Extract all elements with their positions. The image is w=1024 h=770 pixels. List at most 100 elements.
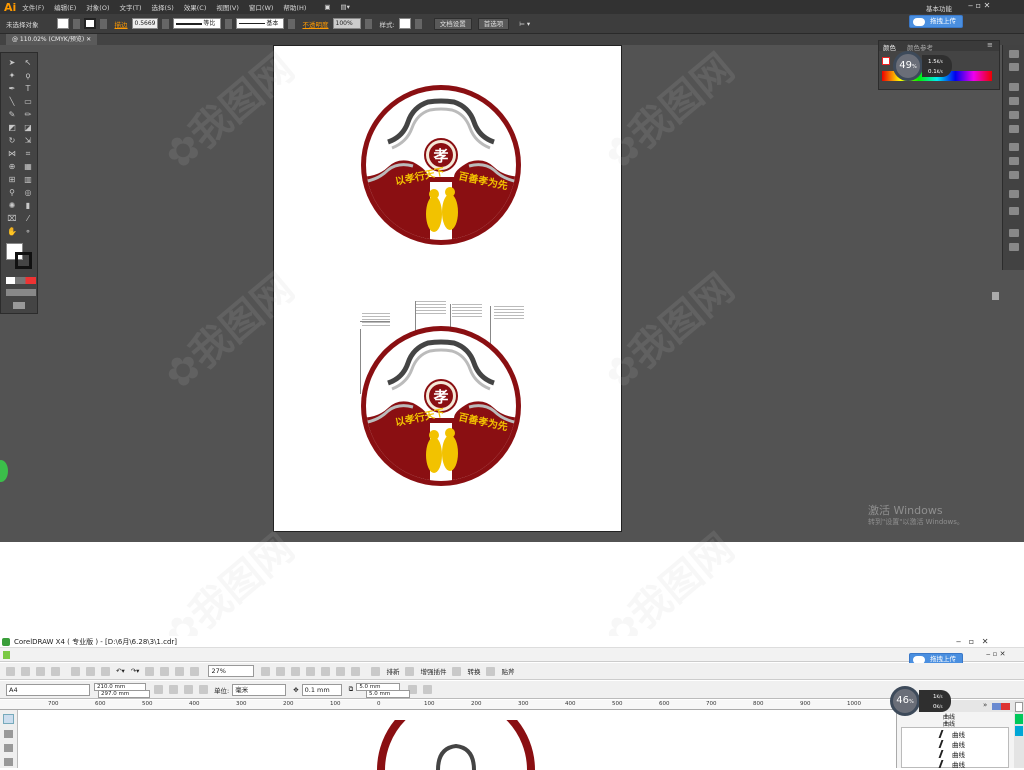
hand-tool-icon[interactable]: ✋ [7,227,17,236]
panel-icon-4[interactable] [1009,97,1019,105]
cd-window-controls[interactable]: ‒ ▫ ✕ [956,637,988,646]
export-icon[interactable] [160,666,170,676]
style-swatch[interactable] [398,18,411,29]
vertical-scrollbar-thumb[interactable] [992,292,999,300]
save-icon[interactable] [36,666,45,676]
upload-button-ai[interactable]: 拖拽上传 [909,15,963,28]
zoom-page-icon[interactable] [291,666,301,676]
brush-definition[interactable]: 基本 [235,18,284,29]
draw-mode-buttons[interactable] [6,289,36,296]
stroke-weight-dropdown[interactable] [161,18,169,29]
blob-brush-tool-icon[interactable]: ◩ [7,123,17,132]
plugin-button-3[interactable]: 转换 [467,666,480,676]
opacity-dropdown[interactable] [364,18,372,29]
zoom-all-icon[interactable] [321,666,331,676]
stroke-dropdown[interactable] [99,18,107,29]
direct-selection-tool-icon[interactable]: ↖ [23,58,33,67]
nudge-distance-input[interactable]: 0.1 mm [301,683,342,696]
rotate-tool-icon[interactable]: ↻ [7,136,17,145]
panel-menu-icon[interactable]: ≡ [987,41,993,49]
type-tool-icon[interactable]: T [23,84,33,93]
menu-view[interactable]: 视图(V) [216,2,239,12]
menu-select[interactable]: 选择(S) [152,2,174,12]
panel-icon-8[interactable] [1009,157,1019,165]
variable-width-profile[interactable]: 等比 [172,18,221,29]
zoom-tool-icon[interactable]: ⚬ [23,227,33,236]
opacity-label[interactable]: 不透明度 [303,19,329,29]
palette-swatch[interactable] [1015,726,1023,736]
stroke-weight-input[interactable]: 0.5669 [131,18,158,29]
menu-type[interactable]: 文字(T) [120,2,142,12]
cd-mdi-controls[interactable]: ‒ ▫ ✕ [986,650,1006,658]
app-launcher-icon[interactable] [175,666,185,676]
fill-dropdown[interactable] [72,18,80,29]
panel-icon-6[interactable] [1009,125,1019,133]
docker-buttons[interactable] [992,703,1010,710]
duplicate-y-input[interactable]: 5.0 mm [366,690,410,698]
eyedropper-tool-icon[interactable]: ⚲ [7,188,17,197]
slice-tool-icon[interactable]: ⁄ [23,214,33,223]
free-transform-tool-icon[interactable]: ⌗ [23,149,33,158]
magic-wand-tool-icon[interactable]: ✦ [7,71,17,80]
document-setup-button[interactable]: 文档设置 [433,17,472,30]
palette-swatch[interactable] [1015,702,1023,712]
panel-icon-2[interactable] [1009,63,1019,71]
menu-object[interactable]: 对象(O) [86,2,109,12]
selection-tool-icon[interactable]: ➤ [7,58,17,67]
width-tool-icon[interactable]: ⋈ [7,149,17,158]
pencil-tool-icon[interactable]: ✏ [23,110,33,119]
cut-icon[interactable] [71,666,80,676]
zoom-level-select[interactable]: 27% [208,665,255,677]
import-icon[interactable] [145,666,155,676]
unit-select[interactable]: 毫米 [232,683,287,696]
fill-swatch[interactable] [56,18,69,29]
panel-icon-11[interactable] [1009,207,1019,215]
symbol-sprayer-tool-icon[interactable]: ✺ [7,201,17,210]
undo-icon[interactable]: ↶▾ [116,667,125,675]
gradient-tool-icon[interactable]: ▥ [23,175,33,184]
shape-tool-icon[interactable] [4,730,13,738]
plugin-button-2[interactable]: 增强插件 [420,666,446,676]
perspective-grid-tool-icon[interactable]: ▦ [23,162,33,171]
zoom-width-icon[interactable] [336,666,346,676]
line-tool-icon[interactable]: ╲ [7,97,17,106]
panel-icon-3[interactable] [1009,83,1019,91]
page-size-select[interactable]: A4 [6,683,90,696]
preferences-button[interactable]: 首选项 [477,17,510,30]
page-height-input[interactable]: 297.0 mm [98,690,150,698]
screen-mode-button[interactable] [13,302,25,309]
profile-dropdown[interactable] [224,18,232,29]
portrait-icon[interactable] [154,685,163,694]
stroke-color-swatch[interactable] [15,252,32,269]
align-icon[interactable]: ⊨ ▾ [519,20,530,28]
panel-icon-7[interactable] [1009,143,1019,151]
redo-icon[interactable]: ↷▾ [131,667,140,675]
panel-icon-10[interactable] [1009,190,1019,198]
treat-as-filled-icon[interactable] [423,685,433,694]
panel-icon-12[interactable] [1009,229,1019,237]
mesh-tool-icon[interactable]: ⊞ [7,175,17,184]
current-page-icon[interactable] [199,685,208,694]
object-item-2[interactable]: 曲线 [952,739,965,749]
welcome-icon[interactable] [190,666,200,676]
menu-file[interactable]: 文件(F) [22,2,44,12]
print-icon[interactable] [51,666,60,676]
eraser-tool-icon[interactable]: ◪ [23,123,33,132]
menu-window[interactable]: 窗口(W) [249,2,274,12]
rectangle-tool-icon[interactable]: ▭ [23,97,33,106]
stroke-label[interactable]: 描边 [115,19,128,29]
brush-dropdown[interactable] [287,18,295,29]
paintbrush-tool-icon[interactable]: ✎ [7,110,17,119]
panel-icon-9[interactable] [1009,171,1019,179]
zoom-out-icon[interactable] [276,666,286,676]
copy-icon[interactable] [86,666,95,676]
zoom-tool-cd-icon[interactable] [4,758,13,766]
menu-effect[interactable]: 效果(C) [184,2,207,12]
menu-help[interactable]: 帮助(H) [283,2,306,12]
column-graph-tool-icon[interactable]: ▮ [23,201,33,210]
shape-builder-tool-icon[interactable]: ⊕ [7,162,17,171]
smart-fill-tool-icon[interactable] [4,744,13,752]
pen-tool-icon[interactable]: ✒ [7,84,17,93]
color-tab[interactable]: 颜色 [883,42,896,52]
menu-edit[interactable]: 编辑(E) [54,2,76,12]
